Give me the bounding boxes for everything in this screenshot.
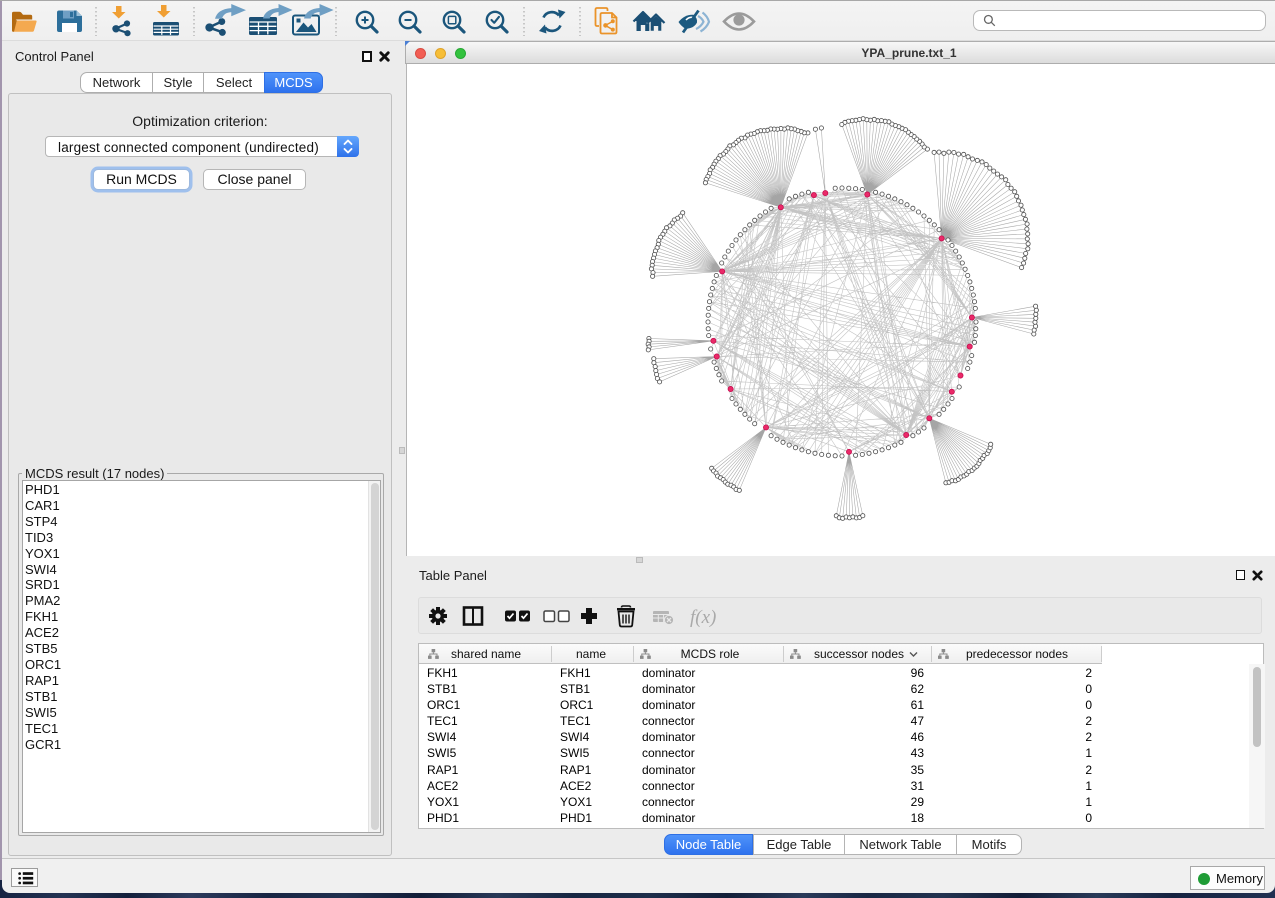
svg-text:f(x): f(x) <box>690 607 716 628</box>
svg-text:predecessor nodes: predecessor nodes <box>966 647 1068 661</box>
svg-text:shared name: shared name <box>451 647 521 661</box>
svg-text:successor nodes: successor nodes <box>814 647 904 661</box>
svg-text:name: name <box>576 647 606 661</box>
svg-text:MCDS role: MCDS role <box>681 647 740 661</box>
